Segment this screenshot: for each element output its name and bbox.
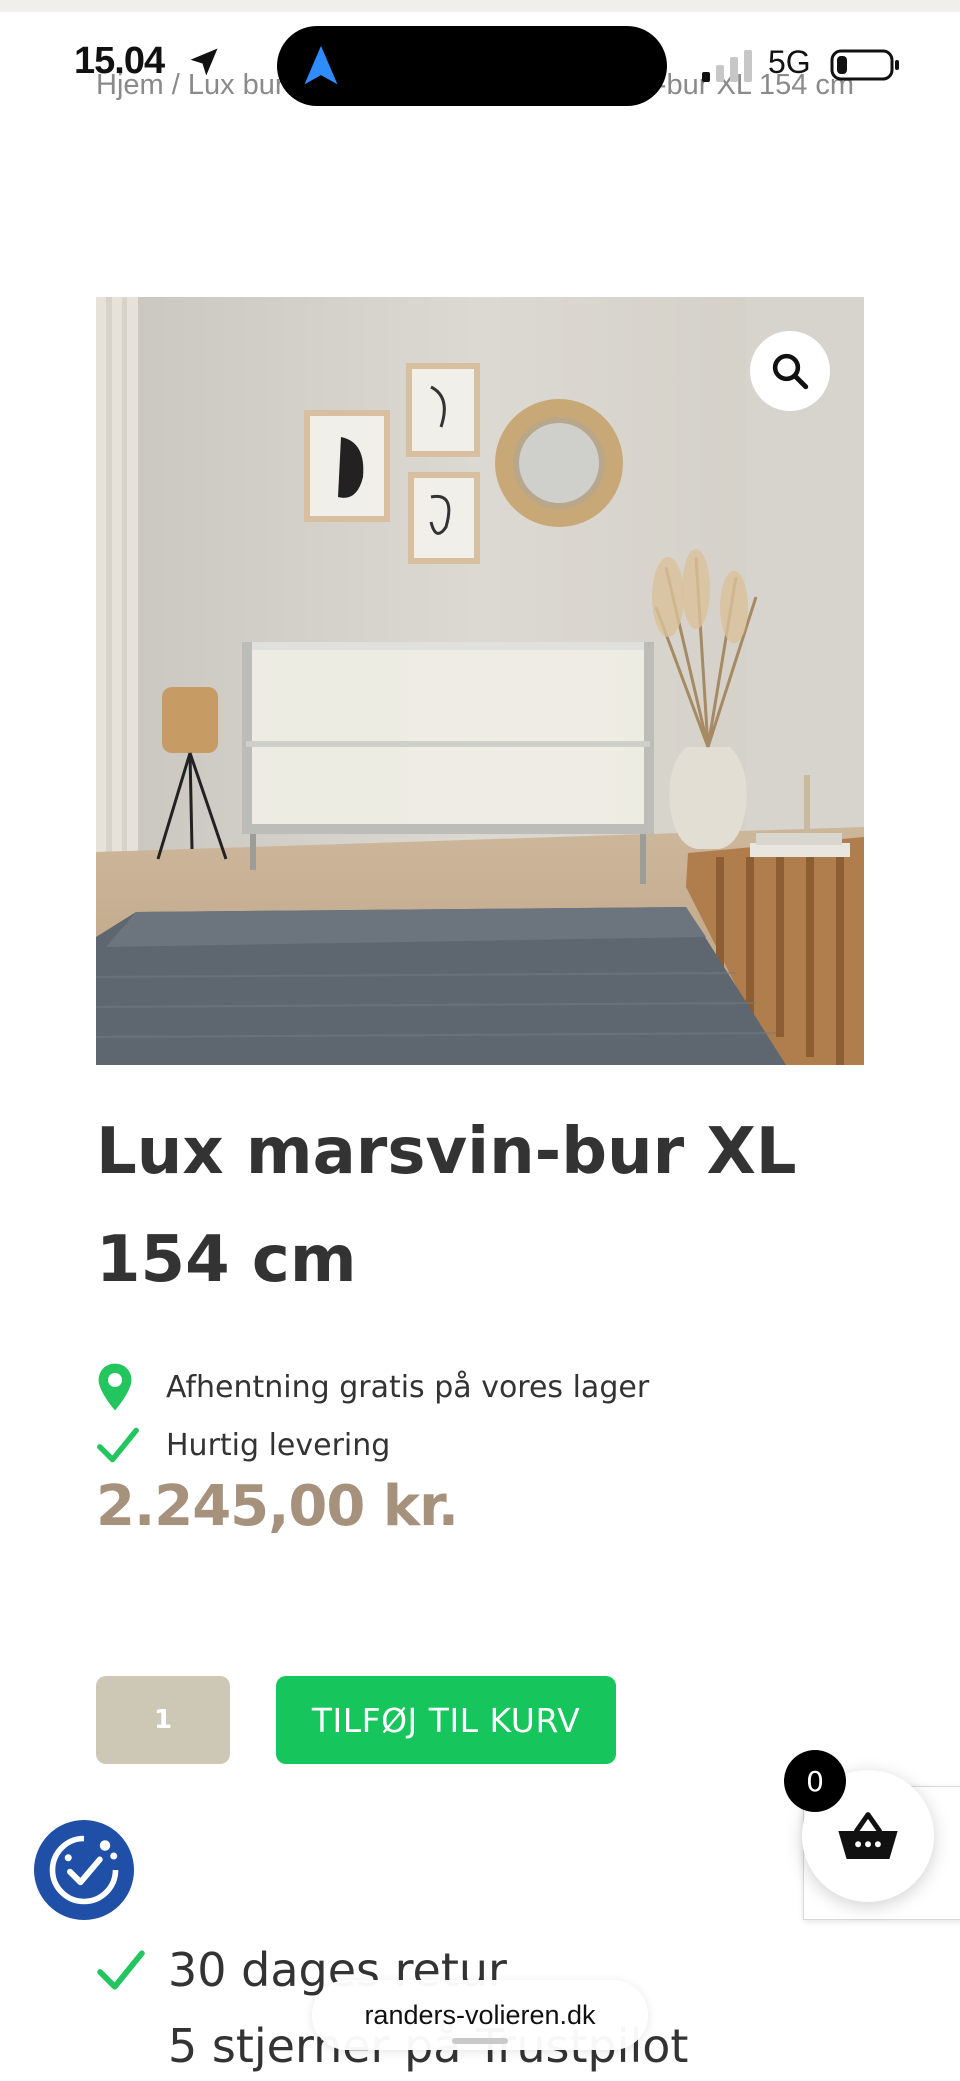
cookie-settings-button[interactable] [34,1820,134,1920]
add-to-cart-button[interactable]: TILFØJ TIL KURV [276,1676,616,1764]
feature-pickup: Afhentning gratis på vores lager [96,1362,649,1412]
signal-icon [702,50,752,82]
navigation-arrow-icon [304,45,338,85]
browser-url-bar[interactable]: randers-volieren.dk [312,1980,648,2050]
product-image[interactable] [96,297,864,1065]
zoom-button[interactable] [750,331,830,411]
url-text: randers-volieren.dk [364,1999,596,2030]
status-time: 15.04 [74,40,165,82]
battery-icon [830,49,899,81]
feature-text: Hurtig levering [166,1427,391,1463]
cart-count-badge: 0 [784,1750,846,1812]
product-page: Hjem / Lux bur / Marsvin bure / Lux mars… [0,0,960,2081]
cookie-check-icon [49,1834,120,1905]
search-icon [772,353,809,390]
feature-text: Afhentning gratis på vores lager [166,1369,650,1405]
checkmark-icon [96,1420,148,1470]
location-arrow-icon [190,48,218,76]
url-bar-handle [452,2038,508,2044]
product-price: 2.245,00 kr. [96,1474,459,1539]
checkmark-icon [96,1940,156,2000]
product-title: Lux marsvin-bur XL 154 cm [96,1115,797,1297]
map-pin-icon [96,1362,148,1412]
status-bar: 15.04 5G [0,22,960,112]
product-photo [96,297,864,1065]
dynamic-island [277,26,667,106]
basket-icon [838,1812,898,1860]
top-strip [0,0,960,12]
network-label: 5G [768,44,811,80]
quantity-input[interactable]: 1 [96,1676,230,1764]
feature-delivery: Hurtig levering [96,1420,390,1470]
